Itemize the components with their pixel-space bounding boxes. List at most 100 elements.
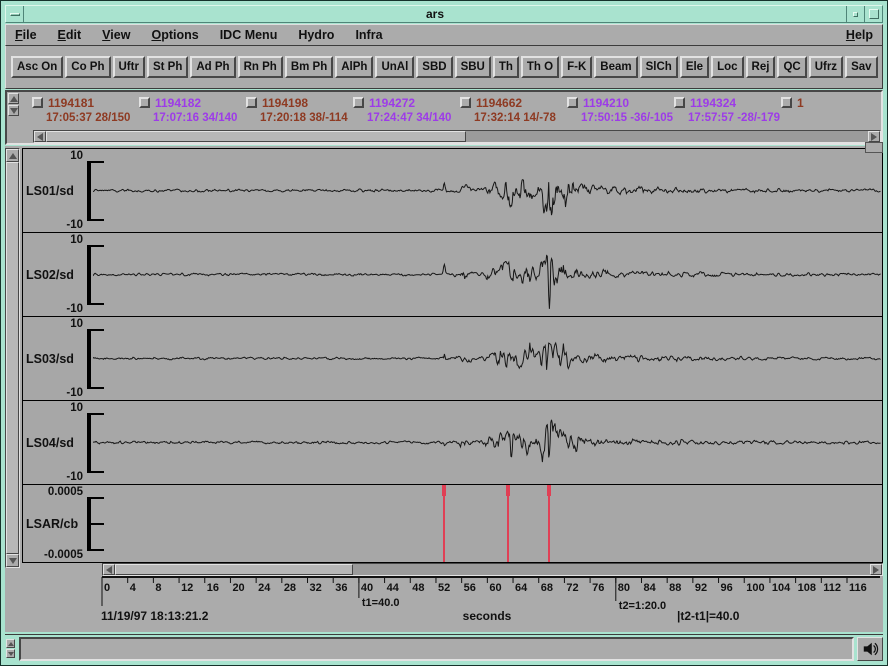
svg-text:t1=40.0: t1=40.0 — [362, 597, 400, 609]
scale-max-label: 0.0005 — [23, 486, 83, 498]
event-time-location: 17:07:16 34/140 — [153, 112, 246, 124]
waveform-scrollbar-thumb[interactable] — [6, 162, 19, 554]
svg-text:76: 76 — [592, 582, 604, 594]
menu-item-hydro[interactable]: Hydro — [298, 28, 334, 42]
message-field[interactable] — [19, 637, 854, 661]
toolbar-button-co-ph[interactable]: Co Ph — [65, 56, 110, 78]
toolbar-button-ufrz[interactable]: Ufrz — [809, 56, 843, 78]
scale-tick-middle — [87, 523, 104, 525]
toolbar-button-sbu[interactable]: SBU — [455, 56, 491, 78]
event-scrollbar-trough[interactable] — [466, 131, 868, 142]
svg-text:116: 116 — [849, 582, 867, 594]
toolbar-button-th[interactable]: Th — [493, 56, 519, 78]
event-item: 119421017:50:15 -36/-105 — [567, 95, 674, 130]
toolbar-button-beam[interactable]: Beam — [594, 56, 637, 78]
event-checkbox[interactable] — [353, 97, 364, 108]
time-axis: 0481216202428323640444852566064687276808… — [92, 576, 882, 612]
event-time-location: 17:50:15 -36/-105 — [581, 112, 674, 124]
event-id: 1194324 — [690, 96, 736, 110]
waveform-trace[interactable] — [93, 149, 881, 232]
menu-item-help[interactable]: Help — [846, 28, 873, 42]
toolbar-button-alph[interactable]: AlPh — [335, 56, 373, 78]
waveform-scroll-down-button[interactable] — [6, 554, 19, 567]
toolbar-button-loc[interactable]: Loc — [711, 56, 743, 78]
mnemonic-underline: H — [846, 28, 855, 42]
event-checkbox[interactable] — [139, 97, 150, 108]
phase-pick-marker[interactable] — [443, 485, 445, 562]
channel-panel-ls02-sd[interactable]: LS02/sd10-10 — [23, 233, 882, 317]
toolbar-button-rej[interactable]: Rej — [746, 56, 776, 78]
event-id: 1194272 — [369, 96, 415, 110]
event-checkbox[interactable] — [246, 97, 257, 108]
scale-max-label: 10 — [23, 318, 83, 330]
phase-pick-marker[interactable] — [548, 485, 550, 562]
toolbar-button-qc[interactable]: QC — [777, 56, 806, 78]
time-scrollbar-thumb[interactable] — [115, 564, 353, 575]
waveform-panels: LS01/sd10-10LS02/sd10-10LS03/sd10-10LS04… — [22, 148, 883, 563]
time-scrollbar-trough[interactable] — [353, 564, 870, 575]
waveform-scroll-up-button[interactable] — [6, 149, 19, 162]
svg-text:4: 4 — [130, 582, 137, 594]
event-scrollbar-thumb[interactable] — [46, 131, 466, 142]
audio-button[interactable] — [857, 637, 883, 661]
channel-panel-ls04-sd[interactable]: LS04/sd10-10 — [23, 401, 882, 485]
toolbar-button-sbd[interactable]: SBD — [416, 56, 452, 78]
axis-unit-label: seconds — [412, 609, 562, 623]
event-checkbox[interactable] — [460, 97, 471, 108]
svg-text:112: 112 — [823, 582, 841, 594]
toolbar-button-bm-ph[interactable]: Bm Ph — [285, 56, 333, 78]
event-checkbox[interactable] — [32, 97, 43, 108]
event-horizontal-scrollbar[interactable] — [33, 130, 881, 143]
waveform-trace[interactable] — [93, 233, 881, 316]
svg-text:108: 108 — [798, 582, 816, 594]
time-scrollbar[interactable] — [102, 563, 883, 576]
menu-item-idc-menu[interactable]: IDC Menu — [220, 28, 278, 42]
menu-item-view[interactable]: View — [102, 28, 130, 42]
toolbar: Asc OnCo PhUftrSt PhAd PhRn PhBm PhAlPhU… — [5, 46, 883, 89]
channel-panel-ls03-sd[interactable]: LS03/sd10-10 — [23, 317, 882, 401]
toolbar-button-asc-on[interactable]: Asc On — [11, 56, 63, 78]
event-scroll-right-button[interactable] — [868, 131, 880, 142]
svg-text:8: 8 — [155, 582, 161, 594]
event-checkbox[interactable] — [567, 97, 578, 108]
waveform-trace[interactable] — [93, 317, 881, 400]
menu-item-infra[interactable]: Infra — [355, 28, 382, 42]
toolbar-button-f-k[interactable]: F-K — [561, 56, 592, 78]
window-minimize-button[interactable] — [846, 6, 864, 22]
menu-item-edit[interactable]: Edit — [58, 28, 82, 42]
toolbar-button-ele[interactable]: Ele — [680, 56, 709, 78]
waveform-vertical-scrollbar[interactable] — [5, 148, 20, 568]
window-maximize-button[interactable] — [864, 6, 882, 22]
menu-item-options[interactable]: Options — [151, 28, 198, 42]
time-scroll-left-button[interactable] — [103, 564, 115, 575]
corner-widget[interactable] — [865, 142, 883, 153]
channel-panel-lsar-cb[interactable]: LSAR/cb0.0005-0.0005 — [23, 485, 882, 562]
menu-items: File Edit View Options IDC Menu Hydro Infra — [15, 28, 404, 42]
svg-text:52: 52 — [438, 582, 450, 594]
svg-text:20: 20 — [232, 582, 244, 594]
toolbar-button-slch[interactable]: SlCh — [640, 56, 678, 78]
event-scroll-left-button[interactable] — [34, 131, 46, 142]
event-scroll-up-button[interactable] — [8, 93, 19, 104]
phase-pick-marker[interactable] — [507, 485, 509, 562]
event-time-location: 17:24:47 34/140 — [367, 112, 460, 124]
event-list-container: 119418117:05:37 28/150119418217:07:16 34… — [7, 92, 881, 130]
toolbar-button-uftr[interactable]: Uftr — [113, 56, 145, 78]
svg-text:12: 12 — [181, 582, 193, 594]
message-scroll-down-button[interactable] — [6, 649, 15, 658]
waveform-trace[interactable] — [93, 401, 881, 484]
toolbar-button-unal[interactable]: UnAl — [375, 56, 414, 78]
toolbar-button-th-o[interactable]: Th O — [521, 56, 559, 78]
menu-item-file[interactable]: File — [15, 28, 37, 42]
window-menu-button[interactable] — [6, 6, 24, 22]
channel-panel-ls01-sd[interactable]: LS01/sd10-10 — [23, 149, 882, 233]
toolbar-button-st-ph[interactable]: St Ph — [147, 56, 188, 78]
time-scroll-right-button[interactable] — [870, 564, 882, 575]
event-checkbox[interactable] — [674, 97, 685, 108]
message-scroll-up-button[interactable] — [6, 639, 15, 648]
toolbar-button-ad-ph[interactable]: Ad Ph — [190, 56, 235, 78]
event-checkbox[interactable] — [781, 97, 792, 108]
toolbar-button-sav[interactable]: Sav — [845, 56, 877, 78]
event-scroll-down-button[interactable] — [8, 105, 19, 116]
toolbar-button-rn-ph[interactable]: Rn Ph — [238, 56, 283, 78]
